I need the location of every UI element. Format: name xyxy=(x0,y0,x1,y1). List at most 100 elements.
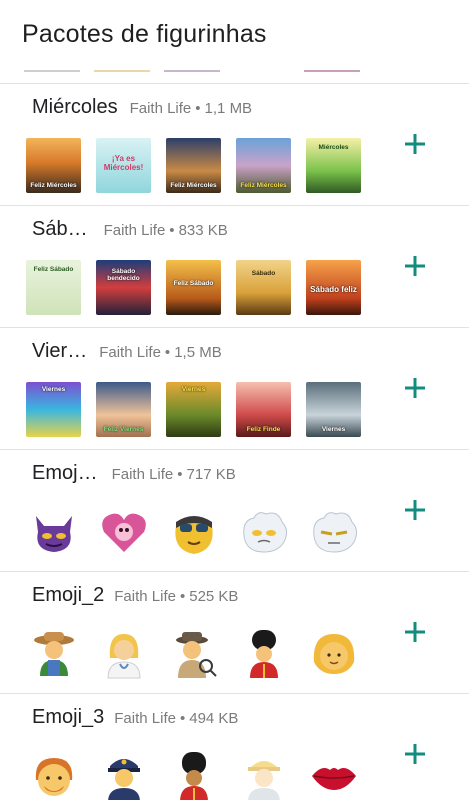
sticker-preview-list: Feliz Sábado Sábado bendecido Feliz Sába… xyxy=(26,260,376,315)
pack-header: Emoj… Faith Life • 717 KB xyxy=(32,462,392,488)
page-title: Pacotes de figurinhas xyxy=(22,20,267,48)
construction-worker-icon xyxy=(236,748,291,800)
sticker-thumbnail: Feliz Sábado xyxy=(166,260,221,315)
farmer-icon xyxy=(26,626,81,681)
sticker-preview-list xyxy=(26,504,376,559)
pink-heart-face-icon xyxy=(96,504,151,559)
goggles-face-icon xyxy=(166,504,221,559)
pack-author: Faith Life xyxy=(114,710,176,727)
guard-icon xyxy=(236,626,291,681)
sticker-caption: Feliz Miércoles xyxy=(30,182,77,189)
plus-icon xyxy=(405,256,425,276)
blond-person-icon xyxy=(306,626,361,681)
add-pack-button[interactable] xyxy=(399,494,431,526)
plus-icon xyxy=(405,622,425,642)
sticker-thumbnail: Feliz Miércoles xyxy=(236,138,291,193)
guard-dark-icon xyxy=(166,748,221,800)
plus-icon xyxy=(405,378,425,398)
pack-name: Vier… xyxy=(32,340,88,362)
sticker-caption: Feliz Sábado xyxy=(173,280,214,287)
pack-author: Faith Life xyxy=(114,588,176,605)
detective-icon xyxy=(166,626,221,681)
sticker-caption: Sábado bendecido xyxy=(107,268,140,282)
pack-meta: Faith Life • 717 KB xyxy=(111,466,236,483)
plus-icon xyxy=(405,134,425,154)
sticker-thumbnail: Sábado feliz xyxy=(306,260,361,315)
sticker-caption: Feliz Viernes xyxy=(103,426,144,433)
sticker-preview-list: Viernes Feliz Viernes Viernes Feliz Find… xyxy=(26,382,376,437)
sticker-thumbnail: Viernes xyxy=(306,382,361,437)
pack-size: 525 KB xyxy=(189,588,239,605)
sticker-caption: ¡Ya es Miércoles! xyxy=(103,154,144,172)
pack-meta: Faith Life • 1,1 MB xyxy=(129,100,253,117)
pack-meta: Faith Life • 1,5 MB xyxy=(99,344,222,361)
sticker-thumbnail: ¡Ya es Miércoles! xyxy=(96,138,151,193)
sticker-caption: Feliz Miércoles xyxy=(170,182,217,189)
pack-author: Faith Life xyxy=(103,222,166,239)
sticker-preview-list: Feliz Miércoles ¡Ya es Miércoles! Feliz … xyxy=(26,138,376,193)
sticker-caption: Feliz Sábado xyxy=(33,266,74,273)
pack-header: Sáb… Faith Life • 833 KB xyxy=(32,218,392,244)
pack-author: Faith Life xyxy=(129,100,192,117)
sticker-thumbnail: Feliz Finde xyxy=(236,382,291,437)
sticker-pack-row[interactable]: Miércoles Faith Life • 1,1 MB Feliz Miérco… xyxy=(0,84,469,206)
pack-header: Emoji_2 Faith Life • 525 KB xyxy=(32,584,392,610)
plus-icon xyxy=(405,500,425,520)
add-pack-button[interactable] xyxy=(399,372,431,404)
sticker-thumbnail: Feliz Sábado xyxy=(26,260,81,315)
sticker-preview-list xyxy=(26,626,376,681)
sticker-preview-list xyxy=(26,748,376,800)
sticker-pack-row[interactable]: Vier… Faith Life • 1,5 MB Viernes Feliz Vi… xyxy=(0,328,469,450)
sticker-thumbnail: Miércoles xyxy=(306,138,361,193)
pack-meta: Faith Life • 525 KB xyxy=(114,588,239,605)
app-header: Pacotes de figurinhas xyxy=(0,0,469,84)
pack-size: 833 KB xyxy=(178,222,228,239)
white-fluffy-blob-squint-icon xyxy=(306,504,361,559)
man-red-hair-icon xyxy=(26,748,81,800)
pack-name: Emoji_3 xyxy=(32,706,105,728)
add-pack-button[interactable] xyxy=(399,738,431,770)
sticker-pack-row[interactable]: Emoji_2 Faith Life • 525 KB xyxy=(0,572,469,694)
sticker-caption: Feliz Finde xyxy=(246,426,281,433)
pack-size: 494 KB xyxy=(189,710,239,727)
sticker-caption: Sábado xyxy=(251,270,276,277)
sticker-caption: Sábado feliz xyxy=(310,285,357,294)
sticker-caption: Viernes xyxy=(181,386,206,393)
sticker-caption: Viernes xyxy=(321,426,346,433)
pack-size: 1,5 MB xyxy=(174,344,222,361)
add-pack-button[interactable] xyxy=(399,128,431,160)
pack-header: Miércoles Faith Life • 1,1 MB xyxy=(32,96,392,122)
sticker-pack-row[interactable]: Emoji_3 Faith Life • 494 KB xyxy=(0,694,469,800)
pack-meta: Faith Life • 833 KB xyxy=(103,222,228,239)
lips-icon xyxy=(306,748,361,800)
add-pack-button[interactable] xyxy=(399,616,431,648)
sticker-thumbnail: Sábado xyxy=(236,260,291,315)
health-worker-icon xyxy=(96,626,151,681)
pack-size: 1,1 MB xyxy=(204,100,253,117)
sticker-thumbnail: Viernes xyxy=(26,382,81,437)
sticker-pack-row[interactable]: Emoj… Faith Life • 717 KB xyxy=(0,450,469,572)
add-pack-button[interactable] xyxy=(399,250,431,282)
pack-header: Emoji_3 Faith Life • 494 KB xyxy=(32,706,392,732)
sticker-pack-row[interactable]: Sáb… Faith Life • 833 KB Feliz Sábado Sába… xyxy=(0,206,469,328)
pack-meta: Faith Life • 494 KB xyxy=(114,710,239,727)
sticker-thumbnail: Viernes xyxy=(166,382,221,437)
sticker-thumbnail: Sábado bendecido xyxy=(96,260,151,315)
pack-name: Miércoles xyxy=(32,96,118,118)
pack-author: Faith Life xyxy=(99,344,161,361)
pack-name: Emoj… xyxy=(32,462,98,484)
pack-header: Vier… Faith Life • 1,5 MB xyxy=(32,340,392,366)
sticker-caption: Viernes xyxy=(41,386,66,393)
sticker-caption: Feliz Miércoles xyxy=(240,182,287,189)
pack-author: Faith Life xyxy=(111,466,174,483)
sticker-thumbnail: Feliz Miércoles xyxy=(26,138,81,193)
sticker-thumbnail: Feliz Viernes xyxy=(96,382,151,437)
purple-demon-icon xyxy=(26,504,81,559)
police-officer-icon xyxy=(96,748,151,800)
pack-name: Sáb… xyxy=(32,218,88,240)
previous-pack-remnant xyxy=(0,66,469,74)
white-fluffy-blob-icon xyxy=(236,504,291,559)
pack-size: 717 KB xyxy=(186,466,236,483)
pack-name: Emoji_2 xyxy=(32,584,105,606)
sticker-thumbnail: Feliz Miércoles xyxy=(166,138,221,193)
